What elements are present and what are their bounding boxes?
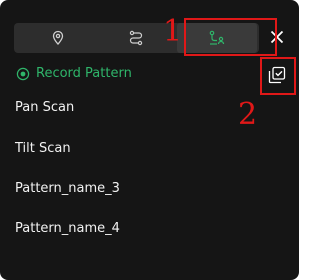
pattern-item[interactable]: Pattern_name_4 [15, 221, 120, 236]
annotation-number-1: 1 [163, 14, 183, 49]
pattern-panel: Record Pattern Pan Scan Tilt Scan Patter… [0, 0, 299, 280]
record-icon [16, 67, 30, 80]
tab-location[interactable] [20, 23, 96, 53]
pattern-item[interactable]: Pan Scan [15, 100, 74, 115]
route-icon [129, 30, 143, 46]
pattern-item[interactable]: Tilt Scan [15, 141, 71, 156]
location-pin-icon [52, 30, 64, 45]
annotation-number-2: 2 [238, 97, 258, 132]
annotation-box-1 [184, 18, 277, 56]
annotation-box-2 [260, 57, 296, 95]
record-pattern-label: Record Pattern [36, 66, 132, 81]
pattern-item[interactable]: Pattern_name_3 [15, 181, 120, 196]
record-pattern-button[interactable]: Record Pattern [16, 66, 132, 81]
